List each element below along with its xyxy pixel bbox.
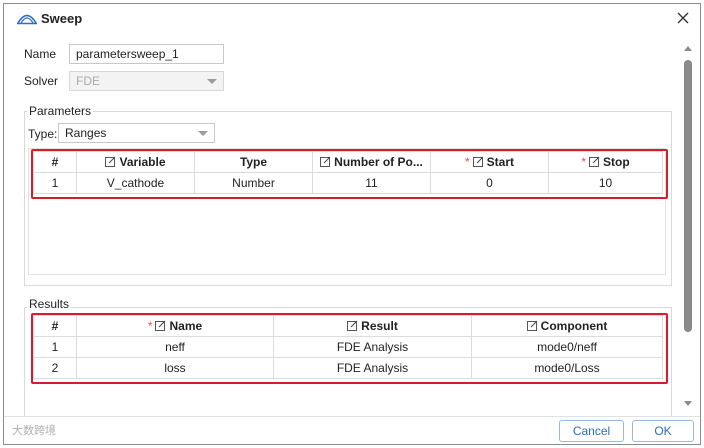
required-marker: * — [581, 155, 586, 169]
column-header-index[interactable]: # — [33, 151, 77, 173]
column-header-points[interactable]: Number of Po... — [312, 151, 431, 173]
scroll-down-icon[interactable] — [683, 400, 693, 408]
cell-index[interactable]: 1 — [33, 336, 77, 358]
type-value: Ranges — [65, 126, 107, 140]
chevron-down-icon — [207, 79, 217, 84]
column-header-label: Component — [540, 319, 608, 333]
cell-start[interactable]: 0 — [430, 172, 549, 194]
column-header-start[interactable]: * Start — [430, 151, 549, 173]
column-header-label: Start — [486, 155, 514, 169]
edit-icon — [526, 320, 538, 331]
parameters-group-title: Parameters — [27, 104, 94, 118]
column-header-label: Name — [169, 319, 203, 333]
cell-index[interactable]: 1 — [33, 172, 77, 194]
column-header-result[interactable]: Result — [273, 315, 472, 337]
type-select[interactable]: Ranges — [58, 123, 215, 143]
vertical-scrollbar[interactable] — [681, 42, 695, 410]
column-header-label: Number of Po... — [334, 155, 423, 169]
dialog-content: Name Solver FDE Parameters Type: Ranges … — [4, 32, 700, 444]
results-table: # * Name Result Component 1 neff FDE Anal… — [33, 315, 663, 379]
cell-result[interactable]: FDE Analysis — [273, 357, 472, 379]
solver-select[interactable]: FDE — [69, 71, 224, 91]
cancel-button[interactable]: Cancel — [559, 420, 624, 442]
solver-label: Solver — [24, 74, 59, 88]
column-header-label: Stop — [603, 155, 630, 169]
type-label: Type: — [28, 127, 58, 141]
cell-index[interactable]: 2 — [33, 357, 77, 379]
cell-stop[interactable]: 10 — [548, 172, 663, 194]
cell-name[interactable]: loss — [76, 357, 274, 379]
sweep-dialog: Sweep Name Solver FDE Parameters Type: R… — [3, 3, 701, 445]
ok-button[interactable]: OK — [632, 420, 694, 442]
name-input[interactable] — [69, 44, 224, 64]
cell-component[interactable]: mode0/Loss — [471, 357, 663, 379]
parameters-header-row: # Variable Type Number of Po... * Start *… — [33, 151, 663, 173]
table-row[interactable]: 2 loss FDE Analysis mode0/Loss — [33, 357, 663, 379]
watermark: 大数跨境 — [12, 425, 56, 437]
cell-component[interactable]: mode0/neff — [471, 336, 663, 358]
column-header-name[interactable]: * Name — [76, 315, 274, 337]
dialog-footer: Cancel OK — [4, 416, 700, 444]
required-marker: * — [147, 319, 153, 333]
scroll-up-icon[interactable] — [683, 44, 693, 52]
table-row[interactable]: 1 neff FDE Analysis mode0/neff — [33, 336, 663, 358]
edit-icon — [472, 156, 484, 167]
edit-icon — [155, 320, 166, 331]
column-header-type[interactable]: Type — [194, 151, 313, 173]
cell-result[interactable]: FDE Analysis — [273, 336, 472, 358]
required-marker: * — [464, 155, 470, 169]
chevron-down-icon — [198, 131, 208, 136]
cell-type[interactable]: Number — [194, 172, 313, 194]
column-header-label: Result — [361, 319, 398, 333]
column-header-stop[interactable]: * Stop — [548, 151, 663, 173]
edit-icon — [320, 156, 331, 167]
column-header-variable[interactable]: Variable — [76, 151, 195, 173]
edit-icon — [105, 156, 116, 167]
dialog-title: Sweep — [41, 11, 83, 26]
cell-points[interactable]: 11 — [312, 172, 431, 194]
edit-icon — [347, 320, 358, 331]
cell-name[interactable]: neff — [76, 336, 274, 358]
edit-icon — [589, 156, 600, 167]
results-header-row: # * Name Result Component — [33, 315, 663, 337]
name-label: Name — [24, 47, 57, 61]
sweep-arc-icon — [17, 14, 37, 25]
column-header-component[interactable]: Component — [471, 315, 663, 337]
cell-variable[interactable]: V_cathode — [76, 172, 195, 194]
column-header-label: Variable — [119, 155, 166, 169]
solver-value: FDE — [76, 74, 100, 88]
table-row[interactable]: 1 V_cathode Number 11 0 10 — [33, 172, 663, 194]
parameters-table: # Variable Type Number of Po... * Start *… — [33, 151, 663, 194]
scrollbar-thumb[interactable] — [684, 60, 692, 332]
results-group-title: Results — [27, 297, 72, 311]
title-bar: Sweep — [4, 4, 700, 32]
close-icon[interactable] — [674, 9, 692, 27]
column-header-index[interactable]: # — [33, 315, 77, 337]
